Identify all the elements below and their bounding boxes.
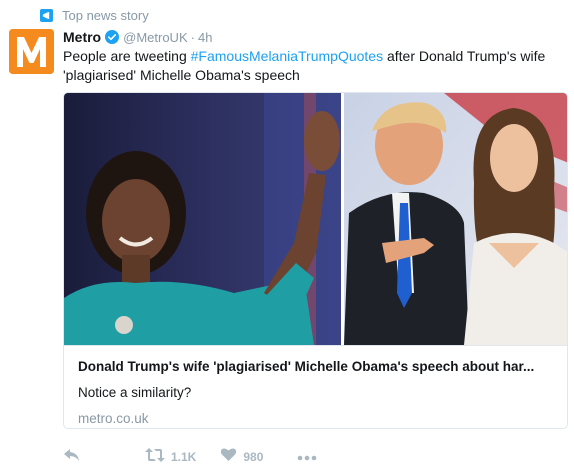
like-count: 980 — [243, 450, 264, 464]
separator-dot: · — [190, 29, 195, 45]
author-name[interactable]: Metro — [63, 29, 101, 45]
reply-icon — [63, 447, 81, 468]
tweet-actions: 1.1K 980 — [63, 446, 341, 468]
more-button[interactable] — [297, 448, 317, 466]
card-title[interactable]: Donald Trump's wife 'plagiarised' Michel… — [78, 358, 555, 376]
retweet-icon — [145, 447, 165, 468]
hashtag-link[interactable]: #FamousMelaniaTrumpQuotes — [191, 48, 383, 64]
card-image[interactable] — [64, 93, 567, 345]
verified-badge-icon — [105, 30, 120, 44]
tweet-header: Metro @MetroUK · 4h — [63, 28, 212, 46]
tweet-text: People are tweeting #FamousMelaniaTrumpQ… — [63, 47, 563, 85]
more-icon — [297, 448, 317, 466]
megaphone-icon — [40, 8, 53, 22]
card-body[interactable]: Donald Trump's wife 'plagiarised' Michel… — [64, 345, 567, 428]
reply-button[interactable] — [63, 447, 81, 468]
avatar[interactable] — [9, 29, 54, 74]
link-card[interactable]: Donald Trump's wife 'plagiarised' Michel… — [63, 92, 568, 429]
like-button[interactable]: 980 — [220, 447, 263, 467]
card-description: Notice a similarity? — [78, 385, 192, 400]
card-url[interactable]: metro.co.uk — [78, 410, 555, 428]
context-label: Top news story — [62, 7, 149, 23]
heart-icon — [220, 447, 237, 467]
retweet-button[interactable]: 1.1K — [145, 447, 196, 468]
tweet-context: Top news story — [40, 6, 149, 24]
retweet-count: 1.1K — [171, 450, 197, 464]
author-handle[interactable]: @MetroUK — [123, 30, 188, 45]
tweet-text-before: People are tweeting — [63, 48, 191, 64]
tweet-timestamp[interactable]: 4h — [198, 30, 212, 45]
